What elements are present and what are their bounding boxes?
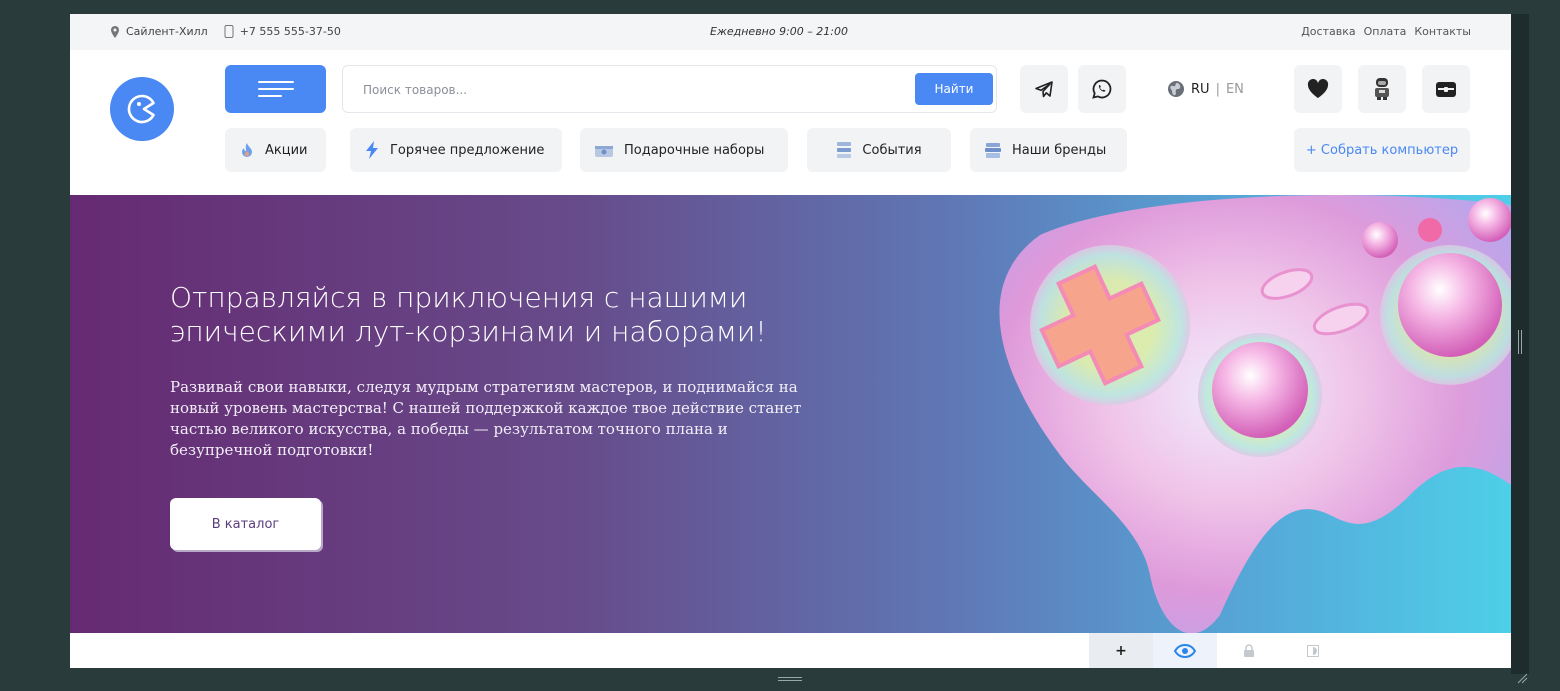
- page-frame: Сайлент-Хилл +7 555 555-37-50 Ежедневно …: [70, 14, 1511, 668]
- search-box: Найти: [342, 65, 997, 113]
- link-payment[interactable]: Оплата: [1364, 25, 1407, 38]
- search-button[interactable]: Найти: [915, 73, 993, 105]
- pacman-logo-icon: [127, 94, 155, 124]
- nav-label-our-brands: Наши бренды: [1012, 142, 1107, 158]
- search-input[interactable]: [363, 80, 863, 100]
- contrast-icon: [1307, 644, 1319, 657]
- gift-box-icon: [595, 146, 613, 157]
- catalog-button[interactable]: В каталог: [170, 498, 321, 550]
- contrast-button[interactable]: [1281, 633, 1345, 668]
- bottom-toolbar: +: [70, 633, 1511, 668]
- nav-label-gift-sets: Подарочные наборы: [624, 142, 765, 158]
- nav-label-events: События: [862, 142, 922, 158]
- heart-icon: [1307, 79, 1329, 98]
- location-pin-icon: [111, 25, 119, 38]
- link-delivery[interactable]: Доставка: [1301, 25, 1355, 38]
- build-pc-button[interactable]: + Собрать компьютер: [1294, 128, 1470, 172]
- nav-events[interactable]: События: [807, 128, 951, 172]
- lock-button[interactable]: [1217, 633, 1281, 668]
- whatsapp-button[interactable]: [1078, 65, 1126, 113]
- top-info-bar: Сайлент-Хилл +7 555 555-37-50 Ежедневно …: [70, 14, 1511, 50]
- add-button[interactable]: +: [1089, 633, 1153, 668]
- hero-description: Развивай свои навыки, следуя мудрым стра…: [170, 378, 802, 459]
- podium-icon: [985, 143, 1001, 158]
- nav-gift-sets[interactable]: Подарочные наборы: [580, 128, 788, 172]
- phone-icon: [224, 25, 234, 38]
- horizontal-resize-handle[interactable]: [778, 677, 802, 681]
- telegram-button[interactable]: [1020, 65, 1068, 113]
- nav-our-brands[interactable]: Наши бренды: [970, 128, 1127, 172]
- location-text[interactable]: Сайлент-Хилл: [126, 25, 208, 38]
- lightning-icon: [366, 141, 378, 159]
- corner-resize-icon[interactable]: [1516, 672, 1528, 684]
- nav-label-hot-offer: Горячее предложение: [390, 142, 545, 158]
- vertical-resize-handle[interactable]: [1518, 330, 1522, 354]
- eye-icon: [1174, 643, 1196, 658]
- stack-icon: [837, 142, 852, 158]
- hero-banner: Отправляйся в приключения с нашими эпиче…: [70, 195, 1511, 633]
- phone-number[interactable]: +7 555 555-37-50: [240, 25, 341, 38]
- hero-title: Отправляйся в приключения с нашими эпиче…: [170, 281, 767, 348]
- treasure-chest-icon: [1436, 82, 1456, 97]
- language-ru[interactable]: RU: [1191, 82, 1210, 97]
- catalog-menu-button[interactable]: [225, 65, 326, 113]
- favorites-button[interactable]: [1294, 65, 1342, 113]
- cart-chest-button[interactable]: [1422, 65, 1470, 113]
- whatsapp-icon: [1092, 79, 1112, 99]
- language-separator: |: [1215, 81, 1220, 97]
- language-en[interactable]: EN: [1226, 82, 1244, 97]
- profile-button[interactable]: [1358, 65, 1406, 113]
- nav-hot-offer[interactable]: Горячее предложение: [350, 128, 562, 172]
- fire-icon: [242, 143, 252, 157]
- gamepad-illustration: [999, 195, 1511, 633]
- nav-label-promotions: Акции: [265, 142, 308, 158]
- astronaut-avatar-icon: [1375, 78, 1389, 100]
- lock-icon: [1244, 643, 1254, 657]
- globe-icon: [1168, 81, 1184, 97]
- working-hours: Ежедневно 9:00 – 21:00: [710, 25, 848, 38]
- telegram-icon: [1035, 81, 1053, 98]
- nav-promotions[interactable]: Акции: [225, 128, 326, 172]
- view-button[interactable]: [1153, 633, 1217, 668]
- site-logo[interactable]: [110, 77, 174, 141]
- language-switcher: RU | EN: [1167, 80, 1244, 98]
- link-contacts[interactable]: Контакты: [1414, 25, 1471, 38]
